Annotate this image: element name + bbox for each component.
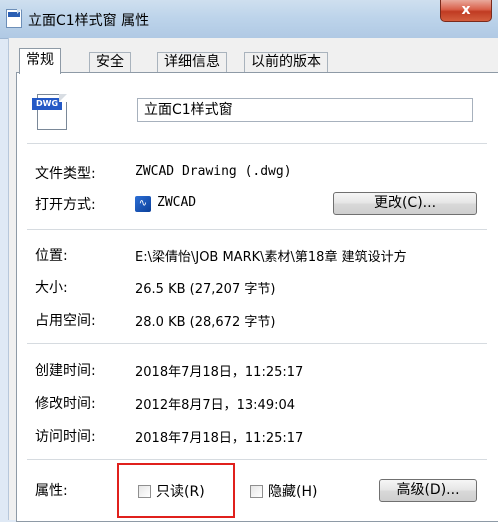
modified-label: 修改时间:: [35, 396, 96, 412]
general-panel: DWG 立面C1样式窗 文件类型: ZWCAD Drawing (.dwg) 打…: [16, 72, 498, 522]
title-bar[interactable]: 立面C1样式窗 属性 x: [0, 0, 498, 39]
dwg-file-icon: [6, 9, 22, 28]
window-title: 立面C1样式窗 属性: [28, 13, 150, 29]
open-with-label: 打开方式:: [35, 197, 96, 213]
dwg-file-icon: DWG: [32, 94, 67, 130]
hidden-checkbox[interactable]: [250, 485, 263, 498]
file-type-badge: DWG: [32, 98, 62, 110]
size-value: 26.5 KB (27,207 字节): [135, 282, 276, 297]
readonly-highlight-box: [117, 463, 235, 518]
change-button[interactable]: 更改(C)...: [333, 192, 477, 215]
zwcad-icon: ∿: [135, 196, 151, 212]
close-button[interactable]: x: [440, 0, 492, 22]
file-type-label: 文件类型:: [35, 166, 96, 182]
hidden-label[interactable]: 隐藏(H): [268, 481, 317, 501]
divider: [27, 229, 487, 230]
tab-previous-versions[interactable]: 以前的版本: [244, 52, 328, 73]
divider: [27, 459, 487, 460]
divider: [27, 343, 487, 344]
advanced-button[interactable]: 高级(D)...: [379, 479, 477, 502]
location-value: E:\梁倩怡\JOB MARK\素材\第18章 建筑设计方: [135, 250, 407, 265]
created-value: 2018年7月18日，11:25:17: [135, 365, 304, 380]
tab-security[interactable]: 安全: [89, 52, 131, 73]
divider: [27, 143, 487, 144]
accessed-value: 2018年7月18日，11:25:17: [135, 431, 304, 446]
modified-value: 2012年8月7日，13:49:04: [135, 398, 296, 413]
tab-details[interactable]: 详细信息: [157, 52, 227, 73]
open-with-value: ZWCAD: [157, 195, 197, 210]
tab-general[interactable]: 常规: [19, 48, 61, 74]
size-on-disk-value: 28.0 KB (28,672 字节): [135, 315, 276, 330]
attributes-label: 属性:: [35, 483, 68, 499]
size-label: 大小:: [35, 280, 68, 296]
created-label: 创建时间:: [35, 363, 96, 379]
location-label: 位置:: [35, 248, 68, 264]
file-type-value: ZWCAD Drawing (.dwg): [135, 164, 292, 179]
size-on-disk-label: 占用空间:: [35, 313, 96, 329]
accessed-label: 访问时间:: [35, 429, 96, 445]
file-name-input[interactable]: 立面C1样式窗: [137, 98, 473, 122]
